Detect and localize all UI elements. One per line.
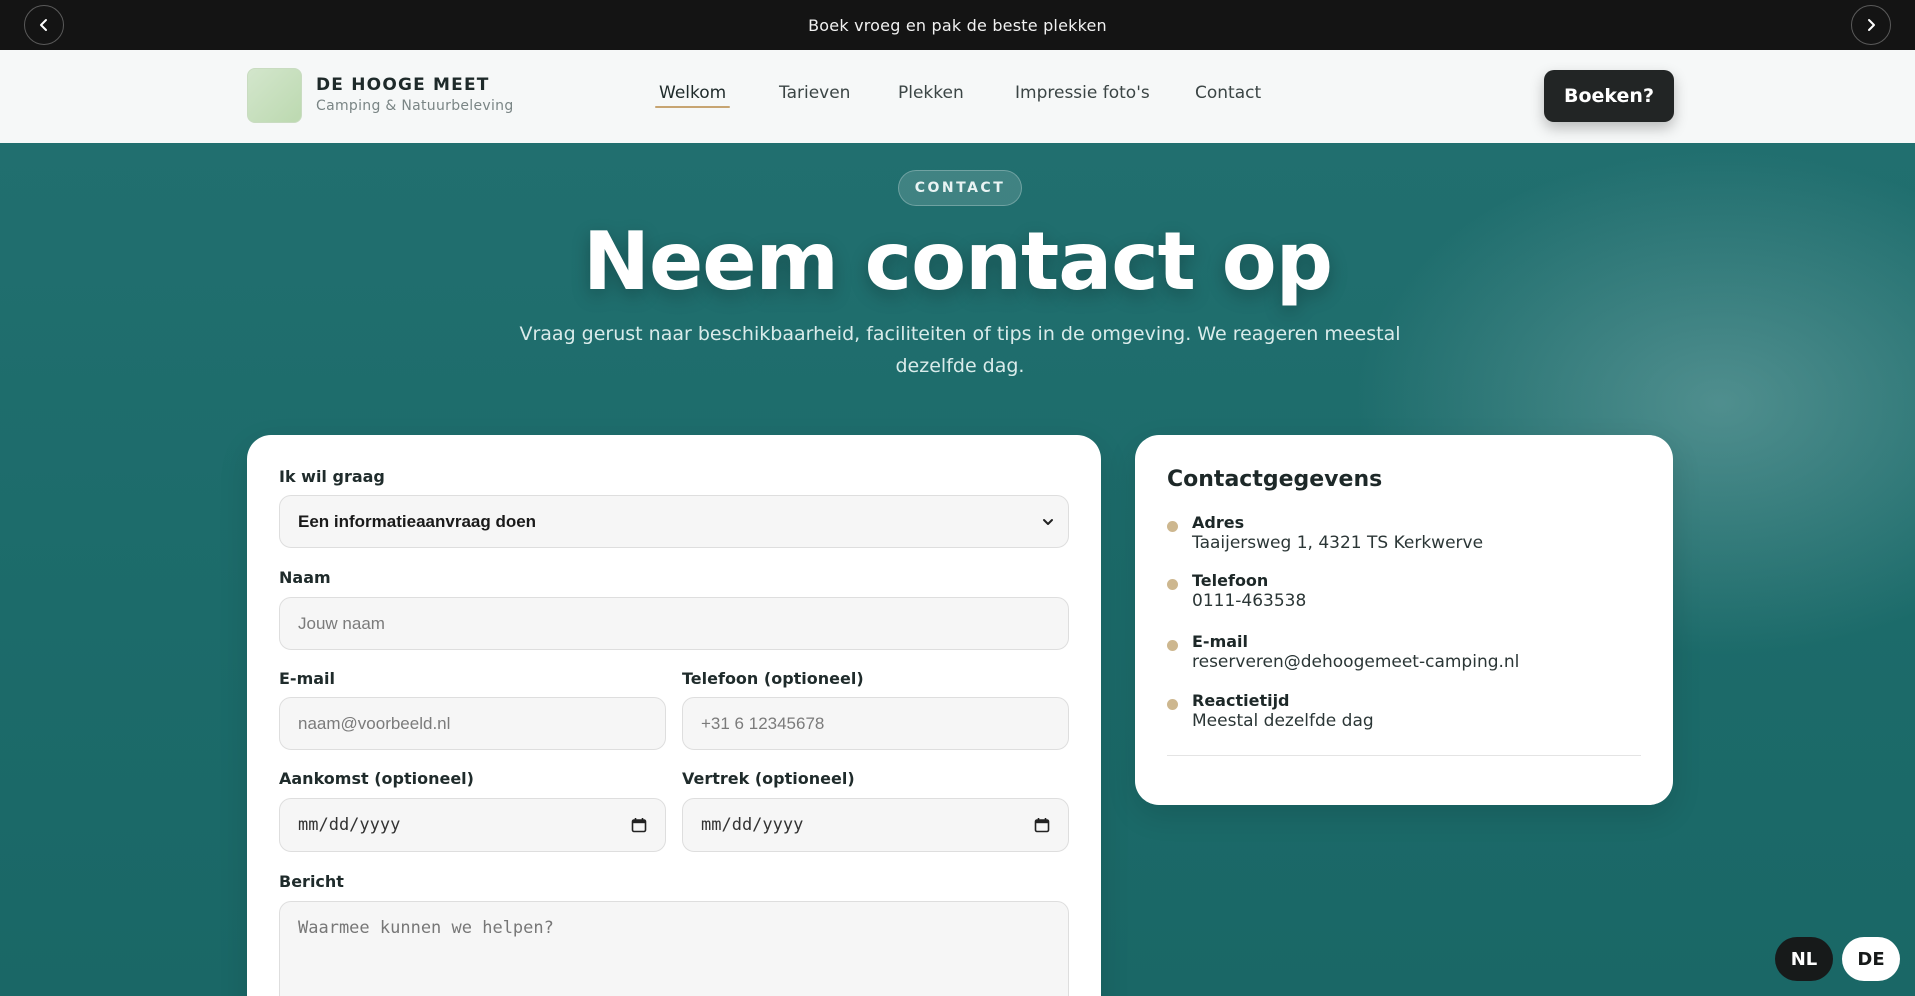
nav-item-contact[interactable]: Contact [1195, 83, 1261, 103]
next-announcement-button[interactable] [1851, 5, 1891, 45]
message-placeholder: Waarmee kunnen we helpen? [298, 918, 554, 938]
request-type-value: Een informatieaanvraag doen [298, 511, 537, 531]
contact-details-card: Contactgegevens Adres Taaijersweg 1, 432… [1135, 435, 1673, 805]
request-type-label: Ik wil graag [279, 467, 385, 486]
contact-item-value: Taaijersweg 1, 4321 TS Kerkwerve [1192, 533, 1484, 553]
nav-item-plekken[interactable]: Plekken [898, 83, 964, 103]
previous-announcement-button[interactable] [24, 5, 64, 45]
departure-label: Vertrek (optioneel) [682, 769, 855, 788]
arrival-placeholder: mm/dd/yyyy [298, 815, 401, 835]
contact-item-label: E-mail [1192, 632, 1249, 651]
bullet-icon [1167, 579, 1178, 590]
contact-form: Ik wil graag Een informatieaanvraag doen… [247, 435, 1101, 996]
message-label: Bericht [279, 872, 344, 891]
contact-item-value[interactable]: 0111-463538 [1192, 591, 1306, 611]
phone-label: Telefoon (optioneel) [682, 669, 864, 688]
page-subtitle: Vraag gerust naar beschikbaarheid, facil… [519, 323, 1401, 377]
section-pill: CONTACT [898, 170, 1022, 206]
announcement-text: Boek vroeg en pak de beste plekken [808, 15, 1107, 35]
contact-details-title: Contactgegevens [1167, 467, 1383, 492]
language-de-button[interactable]: DE [1842, 937, 1900, 981]
page-title: Neem contact op [583, 215, 1333, 308]
contact-item-label: Telefoon [1192, 571, 1269, 590]
calendar-icon[interactable] [631, 817, 647, 833]
request-type-select[interactable]: Een informatieaanvraag doen [279, 495, 1069, 548]
site-header: DE HOOGE MEET Camping & Natuurbeleving W… [0, 50, 1915, 143]
phone-input[interactable]: +31 6 12345678 [682, 697, 1069, 750]
departure-placeholder: mm/dd/yyyy [701, 815, 804, 835]
calendar-icon[interactable] [1034, 817, 1050, 833]
contact-item-value[interactable]: reserveren@dehoogemeet-camping.nl [1192, 652, 1519, 672]
arrival-label: Aankomst (optioneel) [279, 769, 474, 788]
name-input[interactable]: Jouw naam [279, 597, 1069, 650]
message-textarea[interactable]: Waarmee kunnen we helpen? [279, 901, 1069, 996]
nav-item-tarieven[interactable]: Tarieven [779, 83, 850, 103]
email-placeholder: naam@voorbeeld.nl [298, 713, 451, 733]
divider [1167, 755, 1641, 756]
bullet-icon [1167, 699, 1178, 710]
email-input[interactable]: naam@voorbeeld.nl [279, 697, 666, 750]
nav-item-impressie[interactable]: Impressie foto's [1015, 83, 1150, 103]
contact-item-label: Reactietijd [1192, 691, 1290, 710]
announcement-bar: Boek vroeg en pak de beste plekken [0, 0, 1915, 50]
language-nl-button[interactable]: NL [1775, 937, 1833, 981]
chevron-right-icon [1868, 19, 1875, 31]
chevron-down-icon [1043, 518, 1053, 525]
departure-date-input[interactable]: mm/dd/yyyy [682, 798, 1069, 852]
name-label: Naam [279, 568, 331, 587]
bullet-icon [1167, 640, 1178, 651]
email-label: E-mail [279, 669, 336, 688]
name-placeholder: Jouw naam [298, 613, 385, 633]
arrival-date-input[interactable]: mm/dd/yyyy [279, 798, 666, 852]
contact-item-value: Meestal dezelfde dag [1192, 711, 1374, 731]
phone-placeholder: +31 6 12345678 [701, 713, 825, 733]
chevron-left-icon [40, 19, 47, 31]
bullet-icon [1167, 521, 1178, 532]
contact-item-label: Adres [1192, 513, 1245, 532]
book-button[interactable]: Boeken? [1544, 70, 1674, 122]
nav-item-welkom[interactable]: Welkom [654, 83, 731, 108]
